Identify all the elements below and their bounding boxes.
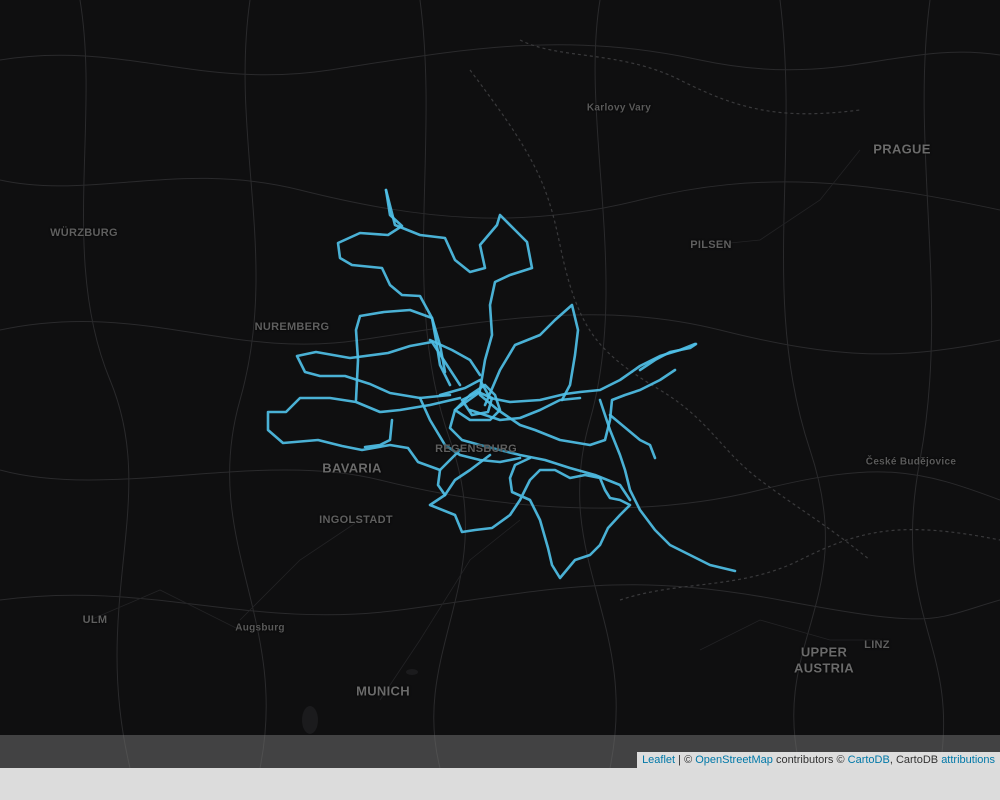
attribution-cartodb-text: , CartoDB	[889, 754, 942, 766]
attribution-contributors-text: contributors ©	[772, 754, 848, 766]
map-canvas[interactable]: Karlovy Vary PRAGUE WÜRZBURG PILSEN NURE…	[0, 0, 1000, 768]
openstreetmap-link[interactable]: OpenStreetMap	[695, 754, 773, 766]
track-south-loop-1	[428, 448, 632, 580]
label-upper-austria-line1: UPPER	[800, 644, 848, 660]
label-ingolstadt: INGOLSTADT	[319, 514, 393, 526]
label-prague: PRAGUE	[873, 141, 931, 157]
label-karlovy-vary: Karlovy Vary	[586, 102, 652, 114]
label-pilsen: PILSEN	[690, 239, 732, 251]
label-wurzburg: WÜRZBURG	[50, 227, 118, 239]
track-far-west-loop	[266, 396, 462, 472]
cartodb-link[interactable]: CartoDB	[848, 754, 890, 766]
label-upper-austria-line2: AUSTRIA	[794, 660, 854, 676]
label-ceske-budejovice: České Budějovice	[865, 456, 957, 468]
map-attribution: Leaflet | © OpenStreetMap contributors ©…	[637, 752, 1000, 768]
label-linz: LINZ	[864, 639, 890, 651]
track-north-east-loop	[384, 188, 534, 392]
track-east-spur	[608, 413, 657, 460]
attributions-link[interactable]: attributions	[941, 754, 995, 766]
track-center-web-2	[478, 368, 677, 447]
label-bavaria: BAVARIA	[322, 460, 382, 476]
leaflet-link[interactable]: Leaflet	[642, 754, 675, 766]
label-regensburg: REGENSBURG	[435, 443, 517, 455]
label-munich: MUNICH	[356, 683, 410, 699]
label-ulm: ULM	[82, 614, 108, 626]
label-augsburg: Augsburg	[235, 622, 285, 634]
attribution-separator: | ©	[675, 754, 696, 766]
track-east-north-connector	[638, 342, 698, 372]
track-south-west-connector	[363, 418, 394, 449]
activity-tracks-layer	[266, 188, 737, 580]
track-west-loop	[295, 340, 462, 400]
track-center-web-3	[483, 303, 580, 407]
label-nuremberg: NUREMBERG	[254, 321, 330, 333]
